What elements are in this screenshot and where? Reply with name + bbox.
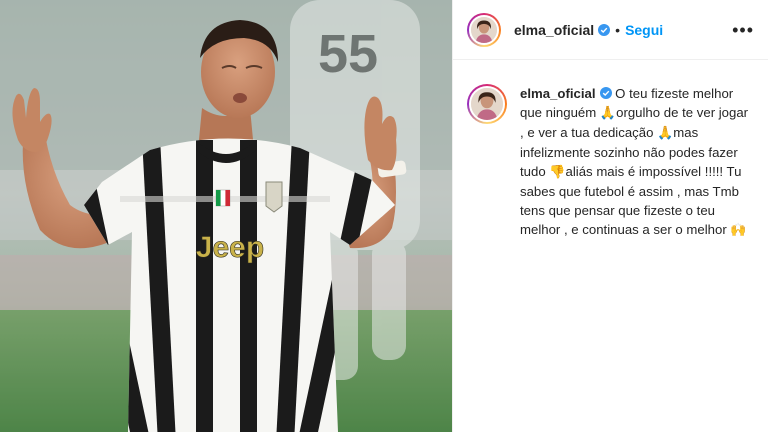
thumbs-down-icon: 👎 bbox=[549, 165, 566, 180]
instagram-post: 55 Jeep elma_oficial • Segui ••• elma_of… bbox=[0, 0, 768, 432]
caption-text: elma_oficial O teu fizeste melhor que ni… bbox=[520, 84, 754, 240]
verified-badge-icon bbox=[599, 87, 612, 99]
follow-button[interactable]: Segui bbox=[625, 22, 663, 38]
profile-avatar[interactable] bbox=[467, 12, 501, 47]
caption-username[interactable]: elma_oficial bbox=[520, 86, 596, 101]
footballer-image: 55 Jeep bbox=[0, 0, 452, 432]
header-username[interactable]: elma_oficial bbox=[514, 22, 594, 38]
raising-hands-icon: 🙌 bbox=[730, 223, 747, 238]
avatar-image bbox=[471, 88, 503, 120]
praying-hands-icon: 🙏 bbox=[599, 106, 617, 121]
post-sidebar: elma_oficial • Segui ••• elma_oficial O … bbox=[452, 0, 768, 432]
caption-comment: elma_oficial O teu fizeste melhor que ni… bbox=[453, 60, 768, 240]
post-photo[interactable]: 55 Jeep bbox=[0, 0, 452, 432]
avatar-image bbox=[471, 16, 497, 43]
praying-hands-icon: 🙏 bbox=[657, 126, 674, 141]
header-separator: • bbox=[615, 21, 621, 38]
post-header: elma_oficial • Segui ••• bbox=[453, 0, 768, 60]
jersey-sponsor-logo: Jeep bbox=[196, 231, 264, 264]
caption-avatar[interactable] bbox=[467, 84, 507, 124]
more-options-icon[interactable]: ••• bbox=[732, 21, 754, 39]
verified-badge-icon bbox=[598, 23, 611, 36]
